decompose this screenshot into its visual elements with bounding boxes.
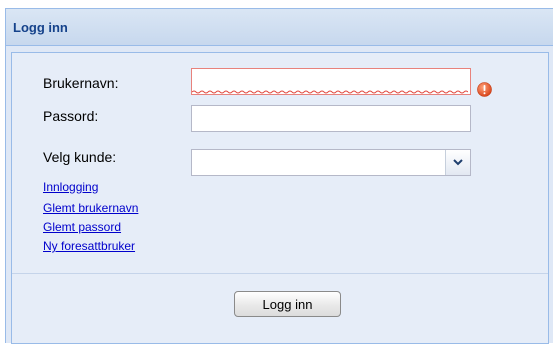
customer-label: Velg kunde:: [43, 149, 117, 165]
username-label: Brukernavn:: [43, 75, 119, 91]
panel-title: Logg inn: [13, 20, 68, 35]
invalid-underline: [192, 90, 468, 94]
link-innlogging[interactable]: Innlogging: [43, 180, 98, 194]
username-field-wrap: [191, 68, 471, 95]
link-new-guardian-user[interactable]: Ny foresattbruker: [43, 239, 135, 253]
form-divider: [12, 273, 548, 274]
link-forgot-username[interactable]: Glemt brukernavn: [43, 201, 138, 215]
password-input[interactable]: [191, 105, 471, 132]
chevron-down-icon: [453, 159, 463, 166]
login-button[interactable]: Logg inn: [234, 291, 341, 317]
panel-header: Logg inn: [6, 9, 553, 46]
login-panel: Logg inn Brukernavn: Passord: Velg kunde…: [5, 8, 553, 344]
error-icon[interactable]: [477, 82, 492, 97]
link-forgot-password[interactable]: Glemt passord: [43, 220, 121, 234]
password-label: Passord:: [43, 108, 99, 124]
customer-select[interactable]: [191, 149, 471, 176]
customer-select-trigger[interactable]: [445, 150, 470, 175]
